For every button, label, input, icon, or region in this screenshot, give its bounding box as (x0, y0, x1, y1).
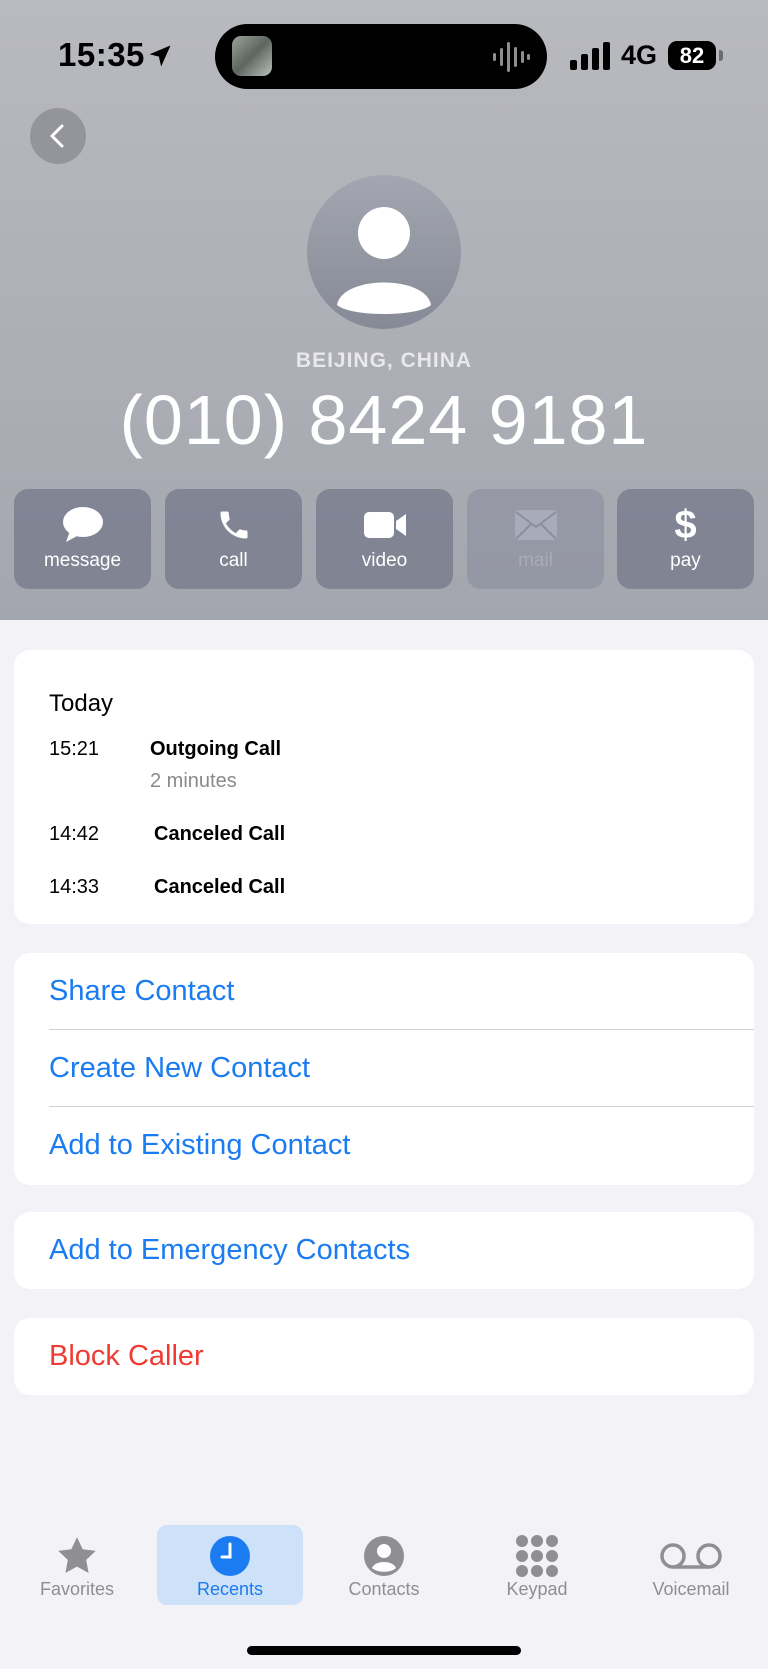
status-bar: 15:35 4G 82 (0, 0, 768, 110)
tab-favorites-label: Favorites (39, 1579, 115, 1599)
tab-voicemail-label: Voicemail (652, 1579, 730, 1599)
mail-label: mail (518, 550, 553, 571)
add-emergency-contact-button[interactable]: Add to Emergency Contacts (49, 1212, 754, 1289)
add-emergency-contact-label: Add to Emergency Contacts (49, 1234, 411, 1266)
call-label: call (219, 550, 248, 571)
tab-favorites[interactable]: Favorites (4, 1525, 150, 1605)
pay-button[interactable]: $ pay (617, 489, 754, 589)
keypad-icon (516, 1535, 558, 1577)
call-type: Canceled Call (154, 876, 286, 898)
voicemail-icon (660, 1543, 722, 1569)
emergency-card: Add to Emergency Contacts (14, 1212, 754, 1289)
contact-avatar (307, 175, 461, 329)
chevron-left-icon (50, 124, 64, 148)
block-caller-label: Block Caller (49, 1340, 204, 1372)
video-camera-icon (363, 512, 406, 538)
contact-header: 15:35 4G 82 BEIJING, CHINA (010) 8424 91… (0, 0, 768, 620)
call-type: Outgoing Call (150, 738, 282, 760)
pay-label: pay (670, 550, 701, 571)
share-contact-label: Share Contact (49, 975, 235, 1007)
add-to-existing-contact-button[interactable]: Add to Existing Contact (49, 1107, 754, 1184)
call-time: 14:42 (49, 823, 100, 845)
status-time: 15:35 (58, 36, 145, 73)
cellular-signal-icon (570, 42, 610, 70)
battery-icon: 82 (668, 41, 716, 70)
caller-location: BEIJING, CHINA (295, 349, 473, 372)
now-playing-thumbnail (232, 36, 272, 76)
home-indicator[interactable] (247, 1646, 521, 1655)
history-date-heading: Today (49, 690, 114, 717)
envelope-icon (514, 510, 557, 540)
call-time: 14:33 (49, 876, 100, 898)
person-silhouette-icon (337, 207, 431, 314)
video-button[interactable]: video (316, 489, 453, 589)
dollar-icon: $ (674, 503, 697, 547)
person-circle-icon (364, 1536, 404, 1576)
message-button[interactable]: message (14, 489, 151, 589)
tab-contacts-label: Contacts (348, 1579, 420, 1599)
call-button[interactable]: call (165, 489, 302, 589)
call-history-card: Today 15:21 Outgoing Call 2 minutes 14:4… (14, 650, 754, 924)
mail-button[interactable]: mail (467, 489, 604, 589)
phone-number: (010) 8424 9181 (119, 381, 649, 459)
tab-voicemail[interactable]: Voicemail (618, 1525, 764, 1605)
star-icon (58, 1537, 96, 1573)
add-to-existing-contact-label: Add to Existing Contact (49, 1129, 351, 1161)
clock-icon (210, 1536, 250, 1576)
create-new-contact-label: Create New Contact (49, 1052, 311, 1084)
back-button[interactable] (30, 108, 86, 164)
message-label: message (43, 550, 122, 571)
audio-waveform-icon (493, 42, 530, 72)
tab-recents-label: Recents (196, 1579, 264, 1599)
create-new-contact-button[interactable]: Create New Contact (49, 1030, 754, 1107)
video-label: video (361, 550, 408, 571)
quick-actions: message call video mail $ pay (14, 489, 754, 589)
tab-recents[interactable]: Recents (157, 1525, 303, 1605)
dynamic-island[interactable] (215, 24, 547, 89)
share-contact-button[interactable]: Share Contact (49, 953, 754, 1030)
battery-cap (719, 50, 723, 61)
message-bubble-icon (62, 507, 103, 542)
tab-keypad-label: Keypad (506, 1579, 568, 1599)
block-card: Block Caller (14, 1318, 754, 1395)
call-type: Canceled Call (154, 823, 286, 845)
contact-options-card: Share Contact Create New Contact Add to … (14, 953, 754, 1185)
phone-icon (220, 511, 247, 539)
network-type: 4G (621, 40, 658, 70)
call-duration: 2 minutes (150, 770, 237, 792)
block-caller-button[interactable]: Block Caller (49, 1318, 754, 1395)
location-arrow-icon (149, 45, 171, 67)
call-time: 15:21 (49, 738, 100, 760)
tab-keypad[interactable]: Keypad (464, 1525, 610, 1605)
tab-contacts[interactable]: Contacts (311, 1525, 457, 1605)
